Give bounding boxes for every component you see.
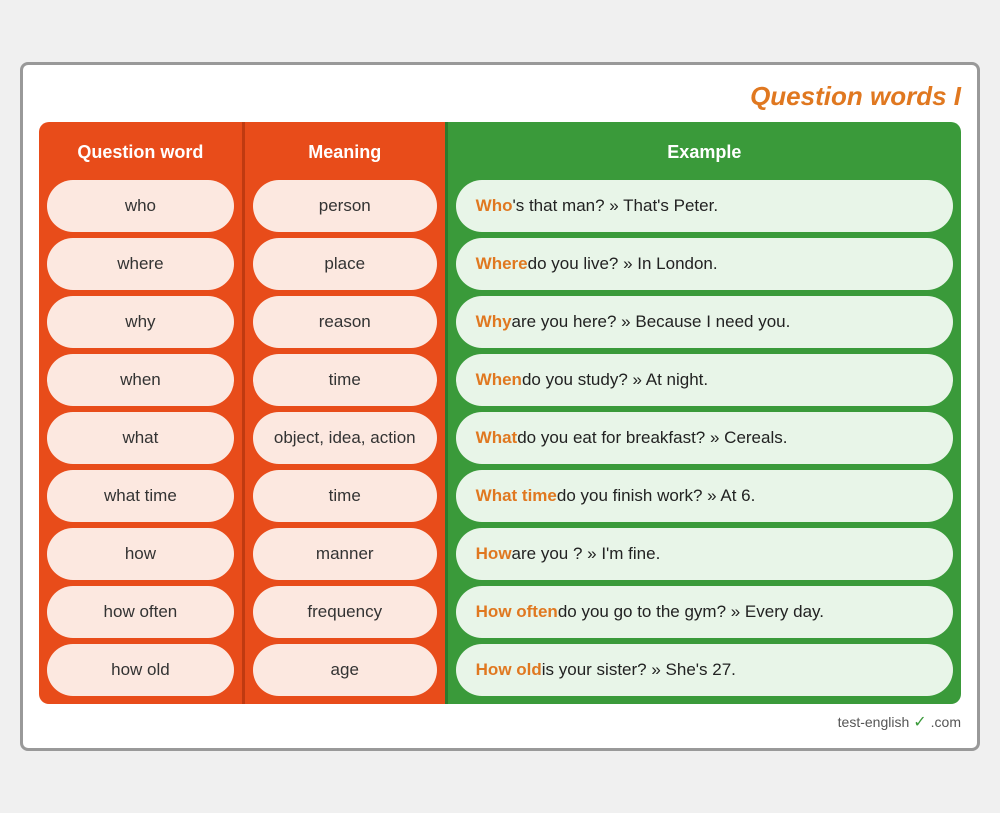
table: Question word who where why when what what ti… [39, 122, 961, 704]
meaning-header: Meaning [253, 130, 437, 174]
example-question-word: What [476, 428, 518, 448]
meaning-pill: reason [253, 296, 437, 348]
example-pill: When do you study? » At night. [456, 354, 953, 406]
example-question-word: How [476, 544, 512, 564]
footer-text: test-english [838, 714, 910, 730]
example-column: Example Who's that man? » That's Peter.W… [445, 122, 961, 704]
example-pill: What time do you finish work? » At 6. [456, 470, 953, 522]
question-word-pill: when [47, 354, 234, 406]
meaning-column: Meaning person place reason time object, ide… [242, 122, 445, 704]
example-pill: What do you eat for breakfast? » Cereals… [456, 412, 953, 464]
question-word-pill: how old [47, 644, 234, 696]
question-word-pill: how [47, 528, 234, 580]
question-word-pill: why [47, 296, 234, 348]
footer: test-english✓ .com [39, 712, 961, 732]
meaning-pill: age [253, 644, 437, 696]
example-pill: How old is your sister? » She's 27. [456, 644, 953, 696]
example-question-word: What time [476, 486, 557, 506]
page-title: Question words I [39, 81, 961, 112]
example-question-word: When [476, 370, 522, 390]
example-header: Example [456, 130, 953, 174]
question-word-pill: who [47, 180, 234, 232]
example-question-word: Why [476, 312, 512, 332]
question-word-pill: how often [47, 586, 234, 638]
question-word-pill: what [47, 412, 234, 464]
example-pill: Who's that man? » That's Peter. [456, 180, 953, 232]
footer-domain: .com [931, 714, 961, 730]
question-word-column: Question word who where why when what what ti… [39, 122, 242, 704]
question-word-pill: what time [47, 470, 234, 522]
meaning-pill: time [253, 354, 437, 406]
example-pill: How often do you go to the gym? » Every … [456, 586, 953, 638]
question-word-header: Question word [47, 130, 234, 174]
example-question-word: Who [476, 196, 513, 216]
check-icon: ✓ [913, 712, 926, 732]
example-pill: How are you ? » I'm fine. [456, 528, 953, 580]
meaning-pill: time [253, 470, 437, 522]
example-question-word: How old [476, 660, 542, 680]
example-question-word: Where [476, 254, 528, 274]
example-pill: Why are you here? » Because I need you. [456, 296, 953, 348]
meaning-pill: manner [253, 528, 437, 580]
example-pill: Where do you live? » In London. [456, 238, 953, 290]
meaning-pill: frequency [253, 586, 437, 638]
meaning-pill: object, idea, action [253, 412, 437, 464]
main-card: Question words I Question word who where w… [20, 62, 980, 751]
example-question-word: How often [476, 602, 558, 622]
meaning-pill: place [253, 238, 437, 290]
question-word-pill: where [47, 238, 234, 290]
meaning-pill: person [253, 180, 437, 232]
